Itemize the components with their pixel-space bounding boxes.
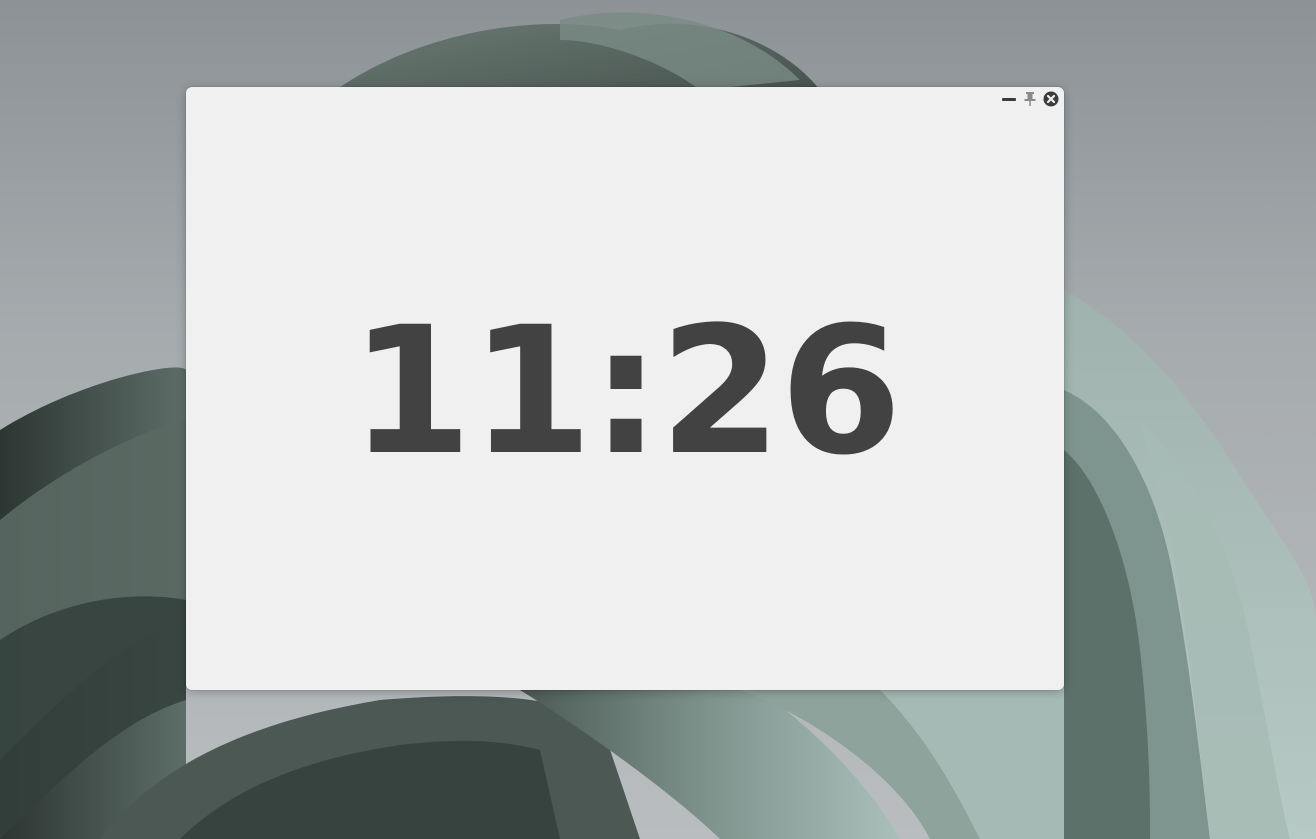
pin-icon xyxy=(1022,91,1038,107)
minimize-button[interactable] xyxy=(1000,91,1018,107)
clock-window[interactable]: 11:26 xyxy=(186,87,1064,690)
close-button[interactable] xyxy=(1042,91,1060,107)
window-controls xyxy=(997,91,1060,107)
clock-display: 11:26 xyxy=(186,292,1064,492)
clock-time: 11:26 xyxy=(349,289,902,494)
close-icon xyxy=(1043,91,1059,107)
minimize-icon xyxy=(1001,91,1017,107)
pin-button[interactable] xyxy=(1021,91,1039,107)
